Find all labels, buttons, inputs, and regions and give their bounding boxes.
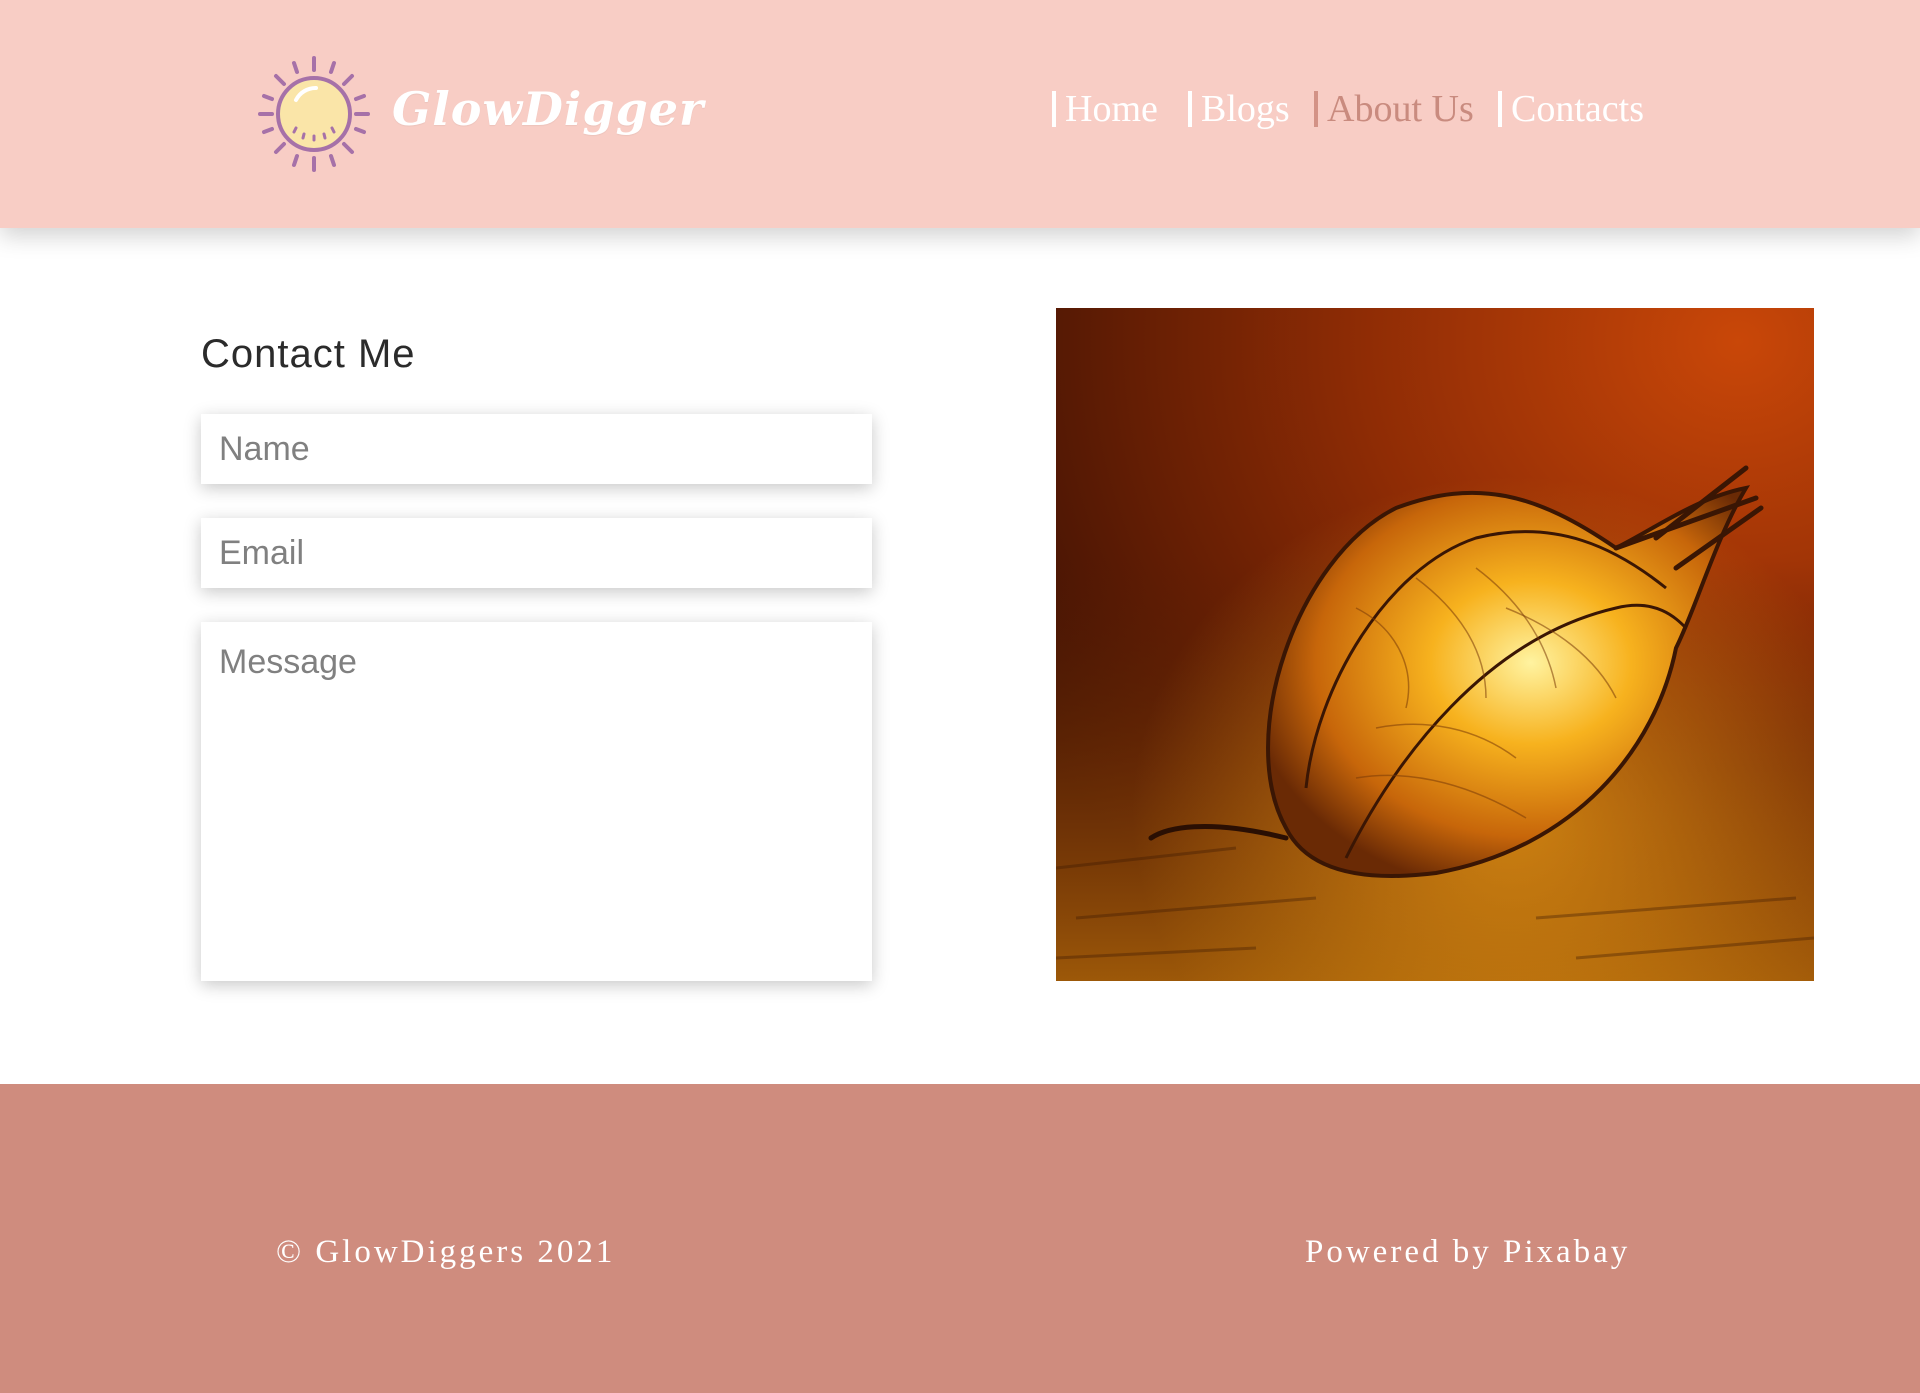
nav-item-label: Contacts (1511, 88, 1644, 130)
email-field[interactable] (201, 518, 872, 588)
sun-icon[interactable] (258, 56, 370, 172)
nav-item-label: Blogs (1201, 88, 1290, 130)
nav-item-label: About Us (1327, 88, 1474, 130)
message-field[interactable] (201, 622, 872, 981)
nav-item-label: Home (1065, 88, 1158, 130)
site-footer: © GlowDiggers 2021 Powered by Pixabay (0, 1084, 1920, 1393)
nav-item-home[interactable]: Home (1052, 84, 1158, 134)
nav-item-about-us[interactable]: About Us (1314, 84, 1474, 134)
brand-name[interactable]: GlowDigger (392, 82, 704, 136)
name-field[interactable] (201, 414, 872, 484)
nav-divider (1314, 91, 1318, 127)
nav-divider (1052, 91, 1056, 127)
nav-divider (1188, 91, 1192, 127)
nav-divider (1498, 91, 1502, 127)
nav-item-contacts[interactable]: Contacts (1498, 84, 1644, 134)
contact-title: Contact Me (201, 332, 416, 376)
site-header: GlowDigger Home Blogs About Us Contacts (0, 0, 1920, 228)
physalis-photo (1056, 308, 1814, 981)
powered-by-link[interactable]: Powered by Pixabay (1305, 1234, 1630, 1271)
nav-item-blogs[interactable]: Blogs (1188, 84, 1290, 134)
copyright-text: © GlowDiggers 2021 (276, 1234, 616, 1270)
